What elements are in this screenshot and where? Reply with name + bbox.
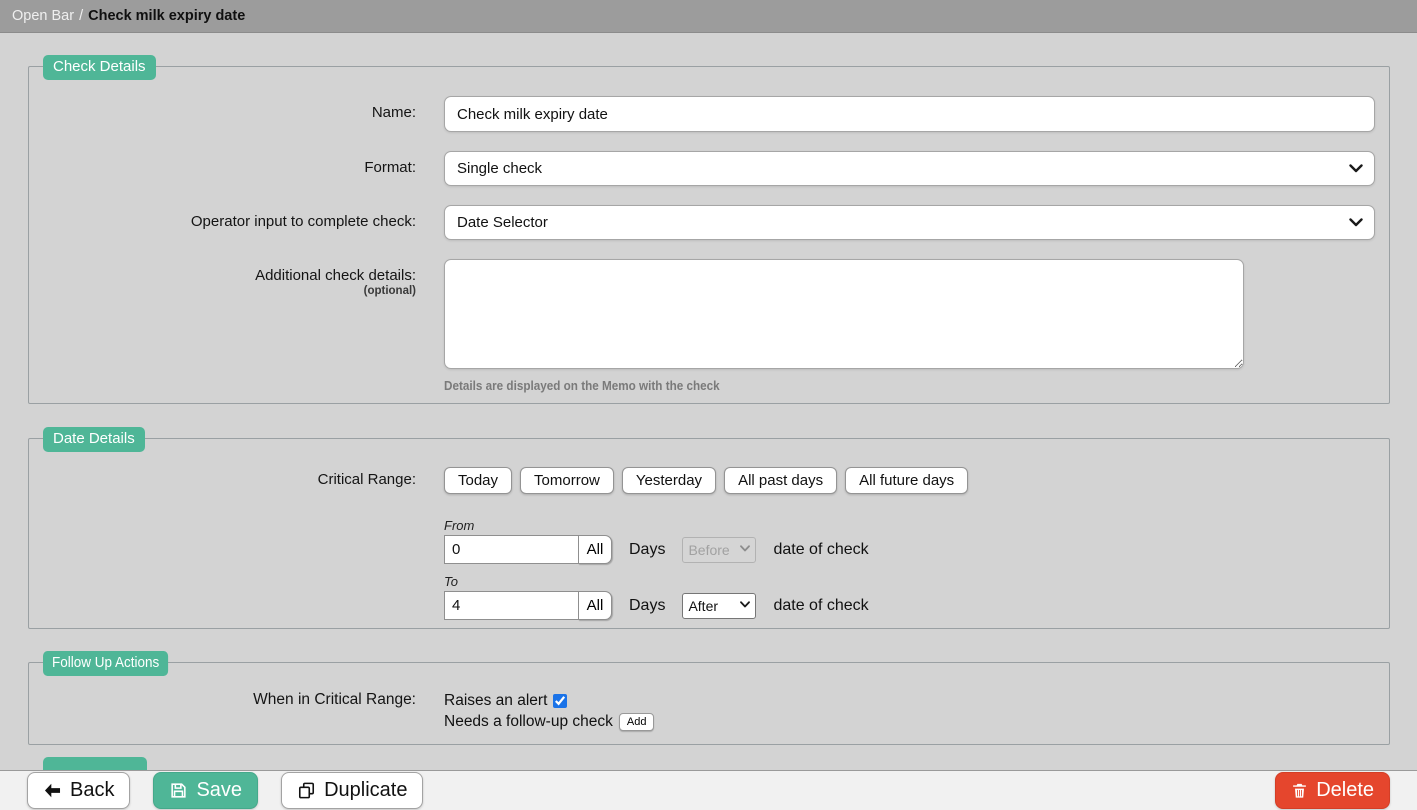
from-days-text: Days <box>629 541 665 559</box>
duplicate-copy-icon <box>297 781 316 800</box>
additional-details-label: Additional check details: <box>255 267 416 284</box>
needs-follow-up-check-label: Needs a follow-up check <box>444 712 613 732</box>
to-direction-select[interactable]: After <box>682 593 756 619</box>
date-details-legend: Date Details <box>43 427 145 452</box>
when-in-critical-range-label: When in Critical Range: <box>29 691 416 732</box>
date-details-panel: Date Details Critical Range: Today Tomor… <box>28 438 1390 629</box>
format-select[interactable]: Single check <box>444 151 1375 186</box>
additional-details-textarea[interactable] <box>444 259 1244 369</box>
save-button[interactable]: Save <box>153 772 258 809</box>
next-section-legend-clipped <box>43 757 147 770</box>
name-label: Name: <box>29 96 416 132</box>
back-arrow-icon <box>43 781 62 800</box>
duplicate-button[interactable]: Duplicate <box>281 772 423 809</box>
back-button[interactable]: Back <box>27 772 130 809</box>
format-row: Format: Single check <box>29 151 1375 186</box>
save-floppy-icon <box>169 781 188 800</box>
to-caption: To <box>444 574 1375 589</box>
from-direction-select[interactable]: Before <box>682 537 756 563</box>
follow-up-actions-panel: Follow Up Actions When in Critical Range… <box>28 662 1390 745</box>
when-in-critical-range-row: When in Critical Range: Raises an alert … <box>29 691 1375 732</box>
preset-tomorrow-button[interactable]: Tomorrow <box>520 467 614 494</box>
check-details-legend: Check Details <box>43 55 156 80</box>
operator-input-label: Operator input to complete check: <box>29 205 416 240</box>
memo-hint-text: Details are displayed on the Memo with t… <box>444 378 1282 393</box>
to-all-button[interactable]: All <box>578 591 612 620</box>
critical-range-row: Critical Range: Today Tomorrow Yesterday… <box>29 467 1375 494</box>
page-title: Check milk expiry date <box>88 8 245 24</box>
breadcrumb-bar: Open Bar / Check milk expiry date <box>0 0 1417 33</box>
footer-action-bar: Back Save Duplicate Delete <box>0 770 1417 810</box>
raises-an-alert-checkbox[interactable] <box>553 694 567 708</box>
preset-yesterday-button[interactable]: Yesterday <box>622 467 716 494</box>
to-range-section: To All Days After date of check <box>444 574 1375 620</box>
operator-input-select[interactable]: Date Selector <box>444 205 1375 240</box>
from-range-section: From All Days Before date of check <box>444 518 1375 564</box>
raises-an-alert-label: Raises an alert <box>444 691 547 711</box>
breadcrumb-separator: / <box>79 8 83 24</box>
to-days-text: Days <box>629 597 665 615</box>
delete-trash-icon <box>1291 782 1308 800</box>
critical-range-presets: Today Tomorrow Yesterday All past days A… <box>444 467 1375 494</box>
critical-range-label: Critical Range: <box>29 467 416 494</box>
breadcrumb-parent-link[interactable]: Open Bar <box>12 8 74 24</box>
additional-details-row: Additional check details: (optional) Det… <box>29 259 1375 393</box>
to-suffix-text: date of check <box>773 597 868 615</box>
optional-hint: (optional) <box>29 285 416 297</box>
preset-all-future-days-button[interactable]: All future days <box>845 467 968 494</box>
format-label: Format: <box>29 151 416 186</box>
check-details-panel: Check Details Name: Format: Single check… <box>28 66 1390 404</box>
follow-up-actions-legend: Follow Up Actions <box>43 651 168 676</box>
name-input[interactable] <box>444 96 1375 132</box>
name-row: Name: <box>29 96 1375 132</box>
from-suffix-text: date of check <box>773 541 868 559</box>
from-caption: From <box>444 518 1375 533</box>
add-follow-up-check-button[interactable]: Add <box>619 713 655 731</box>
preset-today-button[interactable]: Today <box>444 467 512 494</box>
operator-input-row: Operator input to complete check: Date S… <box>29 205 1375 240</box>
from-all-button[interactable]: All <box>578 535 612 564</box>
to-days-input[interactable] <box>444 591 579 620</box>
delete-button[interactable]: Delete <box>1275 772 1390 809</box>
preset-all-past-days-button[interactable]: All past days <box>724 467 837 494</box>
from-days-input[interactable] <box>444 535 579 564</box>
